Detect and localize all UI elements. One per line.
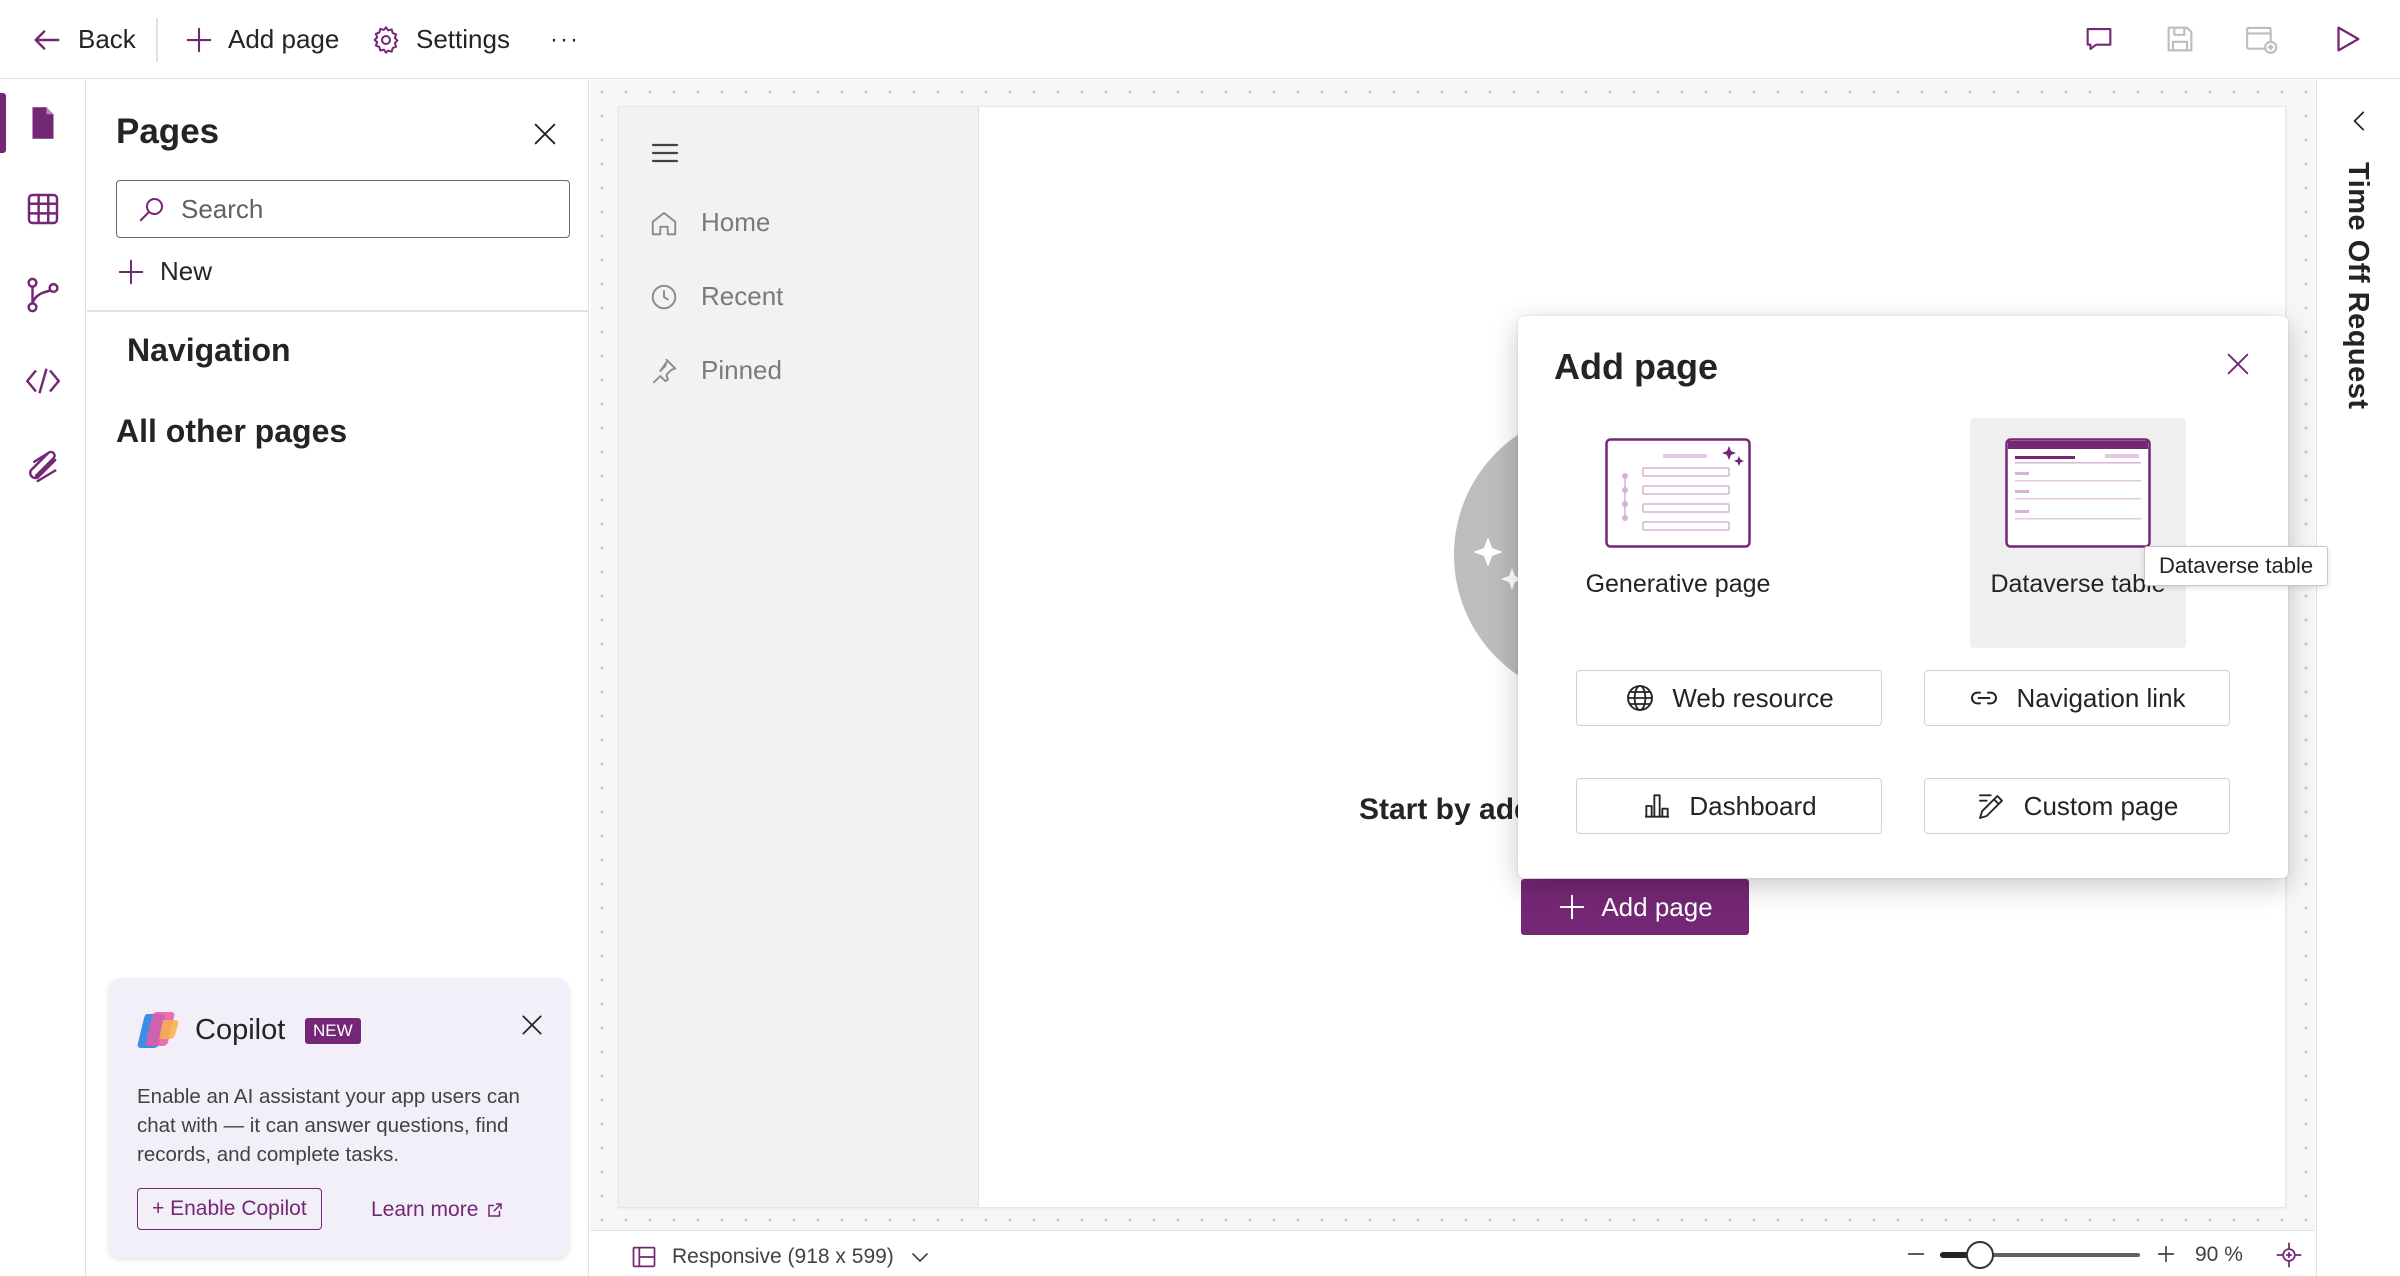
home-icon xyxy=(649,208,679,238)
recent-label: Recent xyxy=(701,281,784,311)
pin-icon xyxy=(649,356,679,386)
search-placeholder: Search xyxy=(181,193,264,224)
dataverse-table-tile[interactable]: Dataverse table xyxy=(1970,418,2186,648)
comment-icon[interactable] xyxy=(2082,22,2116,56)
new-label: New xyxy=(160,256,213,286)
zoom-in-icon[interactable] xyxy=(2155,1243,2177,1265)
link-icon xyxy=(1968,682,2000,714)
app-preview-nav: Home Recent Pinned xyxy=(619,107,979,1207)
learn-more-label: Learn more xyxy=(371,1198,479,1221)
dashboard-button[interactable]: Dashboard xyxy=(1576,778,1882,834)
new-badge: NEW xyxy=(305,1018,361,1044)
navigation-link-button[interactable]: Navigation link xyxy=(1924,670,2230,726)
add-page-primary-button[interactable]: Add page xyxy=(1521,879,1749,935)
custom-page-button[interactable]: Custom page xyxy=(1924,778,2230,834)
zoom-out-icon[interactable] xyxy=(1905,1243,1927,1265)
zoom-value: 90 % xyxy=(2195,1243,2243,1266)
generative-page-thumbnail-icon xyxy=(1605,438,1751,548)
copilot-card: Copilot NEW Enable an AI assistant your … xyxy=(109,978,569,1258)
play-icon[interactable] xyxy=(2330,22,2364,56)
layout-selector[interactable]: Responsive (918 x 599) xyxy=(630,1243,932,1271)
pages-title: Pages xyxy=(116,112,220,151)
dataverse-table-thumbnail-icon xyxy=(2005,438,2151,548)
pencil-icon xyxy=(1976,790,2008,822)
app-nav-item-recent: Recent xyxy=(649,281,783,312)
left-rail xyxy=(0,80,86,1276)
dialog-title: Add page xyxy=(1554,346,1719,387)
generative-page-tile[interactable]: Generative page xyxy=(1570,418,1786,648)
settings-label: Settings xyxy=(416,24,510,54)
new-page-button[interactable]: New xyxy=(116,256,212,287)
external-link-icon xyxy=(486,1201,504,1219)
copilot-title: Copilot xyxy=(195,1014,286,1046)
layout-icon xyxy=(630,1243,658,1271)
settings-button[interactable]: Settings xyxy=(370,0,510,79)
top-toolbar: Back Add page Settings ··· xyxy=(0,0,2400,79)
code-icon[interactable] xyxy=(22,360,64,402)
pages-panel: Pages Search New Navigation All other pa… xyxy=(87,80,589,1276)
flow-icon[interactable] xyxy=(22,274,64,316)
add-page-primary-label: Add page xyxy=(1601,891,1713,922)
hamburger-icon xyxy=(649,137,681,169)
chevron-down-icon xyxy=(908,1245,932,1269)
web-resource-label: Web resource xyxy=(1672,682,1834,713)
divider xyxy=(87,310,589,312)
zoom-slider-thumb[interactable] xyxy=(1966,1241,1994,1269)
plus-icon xyxy=(116,257,146,287)
close-icon[interactable] xyxy=(531,120,559,148)
close-icon[interactable] xyxy=(2224,350,2252,378)
more-options-button[interactable]: ··· xyxy=(550,0,580,79)
add-page-label: Add page xyxy=(228,24,340,54)
add-page-toolbar-button[interactable]: Add page xyxy=(184,0,339,79)
learn-more-link[interactable]: Learn more xyxy=(371,1198,504,1222)
layout-label: Responsive (918 x 599) xyxy=(672,1245,894,1268)
globe-icon xyxy=(1624,682,1656,714)
save-icon[interactable] xyxy=(2163,22,2197,56)
pinned-label: Pinned xyxy=(701,355,782,385)
all-other-pages-label[interactable]: All other pages xyxy=(116,413,347,450)
rail-active-indicator xyxy=(0,93,6,153)
status-bar: Responsive (918 x 599) 90 % xyxy=(590,1230,2315,1276)
clock-icon xyxy=(649,282,679,312)
plus-icon xyxy=(184,25,214,55)
home-label: Home xyxy=(701,207,771,237)
close-icon[interactable] xyxy=(519,1012,545,1038)
copilot-logo-icon xyxy=(137,1010,181,1050)
generative-page-label: Generative page xyxy=(1585,570,1771,598)
app-title-vertical: Time Off Request xyxy=(2342,162,2374,410)
more-label: ··· xyxy=(550,25,580,53)
attachment-icon[interactable] xyxy=(22,446,64,488)
gear-icon xyxy=(370,24,402,56)
dashboard-label: Dashboard xyxy=(1689,790,1817,821)
bar-chart-icon xyxy=(1641,790,1673,822)
publish-icon[interactable] xyxy=(2243,22,2279,56)
dataverse-table-tooltip: Dataverse table xyxy=(2144,546,2329,586)
copilot-description: Enable an AI assistant your app users ca… xyxy=(137,1085,520,1166)
back-arrow-icon xyxy=(30,23,64,57)
navigation-link-label: Navigation link xyxy=(2016,682,2186,713)
pages-icon[interactable] xyxy=(22,102,64,144)
app-nav-item-home: Home xyxy=(649,207,770,238)
back-label: Back xyxy=(78,24,136,54)
navigation-section-label[interactable]: Navigation xyxy=(127,332,291,369)
search-input[interactable]: Search xyxy=(116,180,570,238)
table-icon[interactable] xyxy=(22,188,64,230)
enable-copilot-button[interactable]: + Enable Copilot xyxy=(137,1188,322,1230)
chevron-left-icon[interactable] xyxy=(2347,108,2373,134)
web-resource-button[interactable]: Web resource xyxy=(1576,670,1882,726)
back-button[interactable]: Back xyxy=(30,0,136,79)
empty-state-text: Start by add xyxy=(1359,793,1533,826)
add-page-dialog: Add page Generative page Dataverse table… xyxy=(1518,316,2288,878)
properties-pane-collapsed: Time Off Request xyxy=(2316,80,2400,1276)
toolbar-divider xyxy=(156,18,158,62)
fit-to-screen-icon[interactable] xyxy=(2275,1241,2303,1269)
custom-page-label: Custom page xyxy=(2023,790,2179,821)
plus-icon xyxy=(1557,892,1587,922)
app-nav-item-pinned: Pinned xyxy=(649,355,782,386)
search-icon xyxy=(137,194,167,224)
